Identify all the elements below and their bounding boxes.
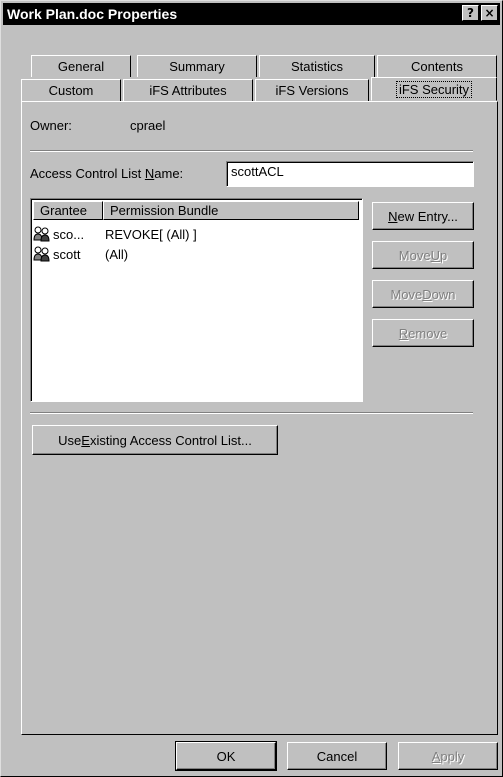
tab-ifs-security[interactable]: iFS Security (371, 77, 497, 101)
grantee-list[interactable]: Grantee Permission Bundle sco... REVOKE[… (30, 198, 363, 402)
user-group-icon (33, 226, 50, 242)
button-label: Move (398, 247, 431, 263)
button-label: xisting Access Control List... (89, 432, 252, 448)
tab-ifs-attributes[interactable]: iFS Attributes (123, 79, 253, 101)
new-entry-button[interactable]: New Entry... (372, 202, 474, 230)
permission-cell: (All) (105, 246, 129, 262)
permission-cell: REVOKE[ (All) ] (105, 226, 197, 242)
help-button[interactable]: ? (462, 5, 479, 21)
button-accel: A (431, 748, 441, 764)
acl-label-text: ame: (154, 166, 184, 181)
divider (30, 150, 473, 152)
list-item[interactable]: sco... REVOKE[ (All) ] (33, 225, 197, 243)
title-bar[interactable]: Work Plan.doc Properties ? × (3, 3, 500, 25)
tab-summary[interactable]: Summary (137, 55, 257, 77)
tab-label: iFS Security (395, 80, 473, 98)
tab-custom[interactable]: Custom (21, 79, 121, 101)
user-group-icon (33, 246, 50, 262)
button-accel: U (430, 247, 440, 263)
security-panel: Owner: cprael Access Control List Name: … (21, 101, 498, 735)
button-accel: N (388, 208, 398, 224)
acl-name-field[interactable]: scottACL (226, 161, 474, 187)
list-item[interactable]: scott (All) (33, 245, 128, 263)
button-label: pply (440, 748, 465, 764)
button-label: p (439, 247, 448, 263)
tab-label: Custom (48, 83, 94, 98)
column-header-permission[interactable]: Permission Bundle (103, 201, 359, 220)
tab-label: General (57, 59, 105, 74)
owner-value: cprael (130, 118, 166, 133)
acl-label-accel: N (144, 166, 155, 181)
button-label: ew Entry... (397, 208, 458, 224)
acl-name-label: Access Control List Name: (30, 166, 183, 181)
owner-label: Owner: (30, 118, 72, 133)
move-down-button[interactable]: Move Down (372, 280, 474, 308)
button-label: Move (390, 286, 423, 302)
button-accel: E (81, 432, 90, 448)
tab-ifs-versions[interactable]: iFS Versions (255, 79, 369, 101)
apply-button[interactable]: Apply (398, 742, 498, 770)
button-label: Use (58, 432, 82, 448)
tab-statistics[interactable]: Statistics (259, 55, 375, 77)
ok-button[interactable]: OK (175, 741, 277, 771)
tab-general[interactable]: General (31, 55, 131, 77)
tab-label: Summary (169, 59, 225, 74)
divider (30, 412, 473, 414)
column-header-grantee[interactable]: Grantee (33, 201, 103, 220)
tab-label: iFS Versions (275, 83, 349, 98)
close-button[interactable]: × (481, 5, 498, 21)
window-title: Work Plan.doc Properties (7, 6, 178, 22)
tab-contents[interactable]: Contents (377, 55, 497, 77)
remove-button[interactable]: Remove (372, 319, 474, 347)
button-label: own (431, 286, 456, 302)
button-accel: D (422, 286, 432, 302)
grantee-cell: sco... (53, 226, 85, 242)
grantee-cell: scott (53, 246, 81, 262)
properties-dialog: Work Plan.doc Properties ? × General Sum… (0, 0, 503, 777)
title-buttons: ? × (462, 5, 498, 21)
tab-label: Statistics (290, 59, 343, 74)
move-up-button[interactable]: Move Up (372, 241, 474, 269)
use-existing-acl-button[interactable]: Use Existing Access Control List... (32, 425, 278, 455)
tab-label: Contents (410, 59, 464, 74)
cancel-button[interactable]: Cancel (287, 742, 387, 770)
acl-label-text: Access Control List (30, 166, 145, 181)
button-label: emove (408, 325, 448, 341)
tab-label: iFS Attributes (149, 83, 227, 98)
button-accel: R (398, 325, 409, 341)
